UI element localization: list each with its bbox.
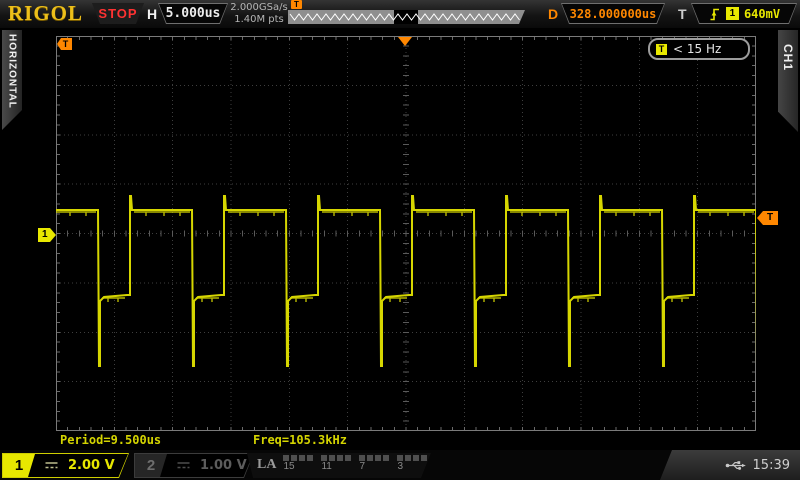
usb-icon <box>725 460 746 470</box>
rigol-logo: RIGOL <box>8 1 84 25</box>
la-channel-group: 3 <box>397 455 427 472</box>
frequency-measurement: Freq=105.3kHz <box>253 433 347 447</box>
period-measurement: Period=9.500us <box>60 433 162 447</box>
delay-badge[interactable]: 328.000000us <box>561 3 665 24</box>
preview-view-window[interactable] <box>394 10 418 24</box>
ch1-scale-value: 2.00 V <box>68 458 115 473</box>
delay-value: 328.000000us <box>569 6 657 21</box>
waveform-display <box>55 35 758 432</box>
trigger-source-badge: 1 <box>726 7 739 20</box>
topbar: RIGOL STOP H 5.000us 2.000GSa/s 1.40M pt… <box>0 0 800 30</box>
sidebar-tab-horizontal[interactable]: HORIZONTAL <box>2 30 22 130</box>
ch2-scale-value: 1.00 V <box>200 458 247 473</box>
ch1-tab-label: CH1 <box>781 44 795 72</box>
delay-d-label: D <box>548 6 559 22</box>
waveform-preview-strip[interactable] <box>288 10 525 24</box>
graticule <box>55 35 758 432</box>
ch1-number-tag: 1 <box>3 454 35 477</box>
preview-trigger-flag[interactable]: T <box>291 0 302 9</box>
la-channel-group: 11 <box>321 455 351 472</box>
sidebar-tab-ch1[interactable]: CH1 <box>778 30 798 132</box>
trigger-level-value: 640mV <box>743 6 781 21</box>
rising-edge-icon <box>708 6 721 22</box>
la-group-label: 11 <box>321 461 332 472</box>
la-group-label: 3 <box>397 461 404 472</box>
freq-counter-trigger-icon: T <box>656 43 667 55</box>
la-channel-group: 7 <box>359 455 389 472</box>
la-group-label: 15 <box>283 461 295 472</box>
horizontal-h-label: H <box>147 6 158 22</box>
la-status-box[interactable]: LA 15 11 7 3 <box>247 453 431 478</box>
trigger-position-marker[interactable] <box>398 37 412 46</box>
preview-wave <box>288 10 525 24</box>
la-channel-groups: 15 11 7 3 <box>283 455 427 472</box>
oscilloscope-screen: RIGOL STOP H 5.000us 2.000GSa/s 1.40M pt… <box>0 0 800 480</box>
ch1-status-box[interactable]: 1 2.00 V <box>2 453 129 478</box>
dc-coupling-icon <box>44 461 59 470</box>
timebase-badge[interactable]: 5.000us <box>158 3 228 24</box>
la-label: LA <box>257 457 277 472</box>
la-channel-group: 15 <box>283 455 313 472</box>
status-time-area: 15:39 <box>660 450 800 480</box>
ch2-status-box[interactable]: 2 1.00 V <box>134 453 254 478</box>
trigger-badge[interactable]: 1 640mV <box>691 3 797 24</box>
trigger-level-marker[interactable]: T <box>757 211 778 225</box>
sample-rate: 2.000GSa/s <box>230 2 288 13</box>
ch1-ground-marker[interactable]: 1 <box>38 228 56 242</box>
run-state-badge[interactable]: STOP <box>92 3 144 24</box>
dc-coupling-icon <box>176 461 191 470</box>
measurements-row: Period=9.500us Freq=105.3kHz <box>0 433 800 448</box>
horizontal-tab-label: HORIZONTAL <box>6 34 18 109</box>
trigger-t-label: T <box>678 6 687 22</box>
la-group-label: 7 <box>359 461 366 472</box>
clock: 15:39 <box>752 457 790 473</box>
timebase-value: 5.000us <box>165 6 221 21</box>
run-state-label: STOP <box>98 6 138 21</box>
frequency-counter-badge: T < 15 Hz <box>648 38 750 60</box>
acquisition-info: 2.000GSa/s 1.40M pts <box>228 2 290 26</box>
ch2-number-tag: 2 <box>135 454 167 477</box>
bottombar: 1 2.00 V 2 1.00 V LA 15 11 7 3 15:39 <box>0 450 800 480</box>
memory-depth: 1.40M pts <box>234 14 284 25</box>
frequency-counter-value: < 15 Hz <box>673 42 722 56</box>
